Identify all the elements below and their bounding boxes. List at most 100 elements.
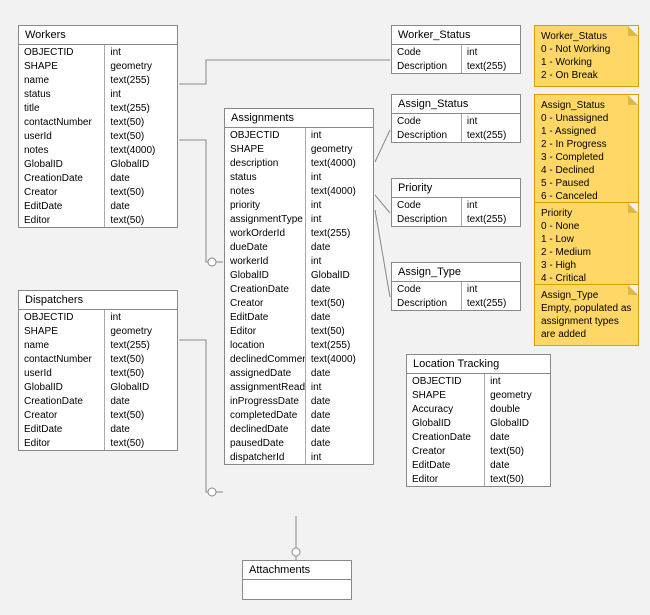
field-row: GlobalIDGlobalID <box>407 416 550 430</box>
field-type: date <box>306 282 373 296</box>
field-type: date <box>485 430 550 444</box>
field-row: OBJECTIDint <box>19 45 177 59</box>
field-type: text(50) <box>485 444 550 458</box>
field-type: date <box>105 394 177 408</box>
field-name: EditDate <box>19 199 105 213</box>
field-name: Code <box>392 198 462 212</box>
entity-fields: CodeintDescriptiontext(255) <box>392 282 520 310</box>
field-row: SHAPEgeometry <box>407 388 550 402</box>
field-type: text(50) <box>105 352 177 366</box>
field-name: Description <box>392 59 462 73</box>
field-name: GlobalID <box>19 380 105 394</box>
field-name: status <box>225 170 306 184</box>
note-line: 5 - Paused <box>541 177 632 190</box>
field-row: dispatcherIdint <box>225 450 373 464</box>
field-row: inProgressDatedate <box>225 394 373 408</box>
field-name: EditDate <box>407 458 485 472</box>
field-name: GlobalID <box>225 268 306 282</box>
field-row: contactNumbertext(50) <box>19 115 177 129</box>
field-type: text(255) <box>306 338 373 352</box>
field-type: int <box>306 198 373 212</box>
field-type: text(255) <box>105 101 177 115</box>
note-line: 2 - In Progress <box>541 138 632 151</box>
field-name: EditDate <box>19 422 105 436</box>
note-line: 4 - Declined <box>541 164 632 177</box>
field-type: date <box>105 422 177 436</box>
field-row: contactNumbertext(50) <box>19 352 177 366</box>
field-type: date <box>306 366 373 380</box>
field-type: text(50) <box>105 129 177 143</box>
field-name: dispatcherId <box>225 450 306 464</box>
note-line: 1 - Low <box>541 233 632 246</box>
field-row: Descriptiontext(255) <box>392 296 520 310</box>
entity-assignments: Assignments OBJECTIDintSHAPEgeometrydesc… <box>224 108 374 465</box>
field-type: date <box>306 408 373 422</box>
field-type: int <box>462 45 520 59</box>
entity-title: Attachments <box>243 561 351 580</box>
field-name: Creator <box>225 296 306 310</box>
field-row: OBJECTIDint <box>225 128 373 142</box>
entity-dispatchers: Dispatchers OBJECTIDintSHAPEgeometryname… <box>18 290 178 451</box>
field-name: workOrderId <box>225 226 306 240</box>
field-name: OBJECTID <box>407 374 485 388</box>
entity-title: Worker_Status <box>392 26 520 45</box>
note-line: 2 - On Break <box>541 69 632 82</box>
entity-fields: OBJECTIDintSHAPEgeometrynametext(255)sta… <box>19 45 177 227</box>
field-name: contactNumber <box>19 352 105 366</box>
entity-fields: OBJECTIDintSHAPEgeometryAccuracydoubleGl… <box>407 374 550 486</box>
note-title: Assign_Type <box>541 289 632 302</box>
field-name: Code <box>392 45 462 59</box>
field-row: Accuracydouble <box>407 402 550 416</box>
field-type: int <box>306 254 373 268</box>
field-type: text(50) <box>105 408 177 422</box>
field-name: Description <box>392 128 462 142</box>
field-name: CreationDate <box>19 394 105 408</box>
field-type: text(50) <box>105 366 177 380</box>
field-row: EditDatedate <box>407 458 550 472</box>
field-name: notes <box>225 184 306 198</box>
field-type: GlobalID <box>485 416 550 430</box>
field-name: GlobalID <box>407 416 485 430</box>
field-type: text(50) <box>105 185 177 199</box>
field-type: int <box>462 282 520 296</box>
field-type: text(4000) <box>306 156 373 170</box>
field-row: SHAPEgeometry <box>19 59 177 73</box>
field-type: int <box>306 128 373 142</box>
note-line: assignment types are added <box>541 315 632 341</box>
field-name: inProgressDate <box>225 394 306 408</box>
field-type: geometry <box>485 388 550 402</box>
entity-fields: CodeintDescriptiontext(255) <box>392 114 520 142</box>
entity-worker-status: Worker_Status CodeintDescriptiontext(255… <box>391 25 521 74</box>
field-type: text(255) <box>462 212 520 226</box>
field-name: SHAPE <box>19 324 105 338</box>
field-row: userIdtext(50) <box>19 129 177 143</box>
field-name: OBJECTID <box>225 128 306 142</box>
field-name: declinedComment <box>225 352 306 366</box>
field-type: text(4000) <box>306 184 373 198</box>
field-row: notestext(4000) <box>19 143 177 157</box>
field-type: date <box>306 240 373 254</box>
note-line: 0 - Not Working <box>541 43 632 56</box>
field-type: int <box>485 374 550 388</box>
field-row: SHAPEgeometry <box>19 324 177 338</box>
field-name: contactNumber <box>19 115 105 129</box>
field-name: Description <box>392 296 462 310</box>
field-name: Editor <box>19 436 105 450</box>
field-name: name <box>19 73 105 87</box>
field-type: GlobalID <box>105 157 177 171</box>
field-row: statusint <box>19 87 177 101</box>
field-row: declinedDatedate <box>225 422 373 436</box>
field-type: int <box>105 87 177 101</box>
field-type: text(50) <box>485 472 550 486</box>
field-name: description <box>225 156 306 170</box>
field-row: Editortext(50) <box>225 324 373 338</box>
field-name: dueDate <box>225 240 306 254</box>
field-row: Codeint <box>392 282 520 296</box>
field-name: declinedDate <box>225 422 306 436</box>
field-row: declinedCommenttext(4000) <box>225 352 373 366</box>
field-type: text(50) <box>105 436 177 450</box>
note-line: 1 - Working <box>541 56 632 69</box>
field-type: int <box>306 170 373 184</box>
field-row: priorityint <box>225 198 373 212</box>
field-row: Creatortext(50) <box>407 444 550 458</box>
